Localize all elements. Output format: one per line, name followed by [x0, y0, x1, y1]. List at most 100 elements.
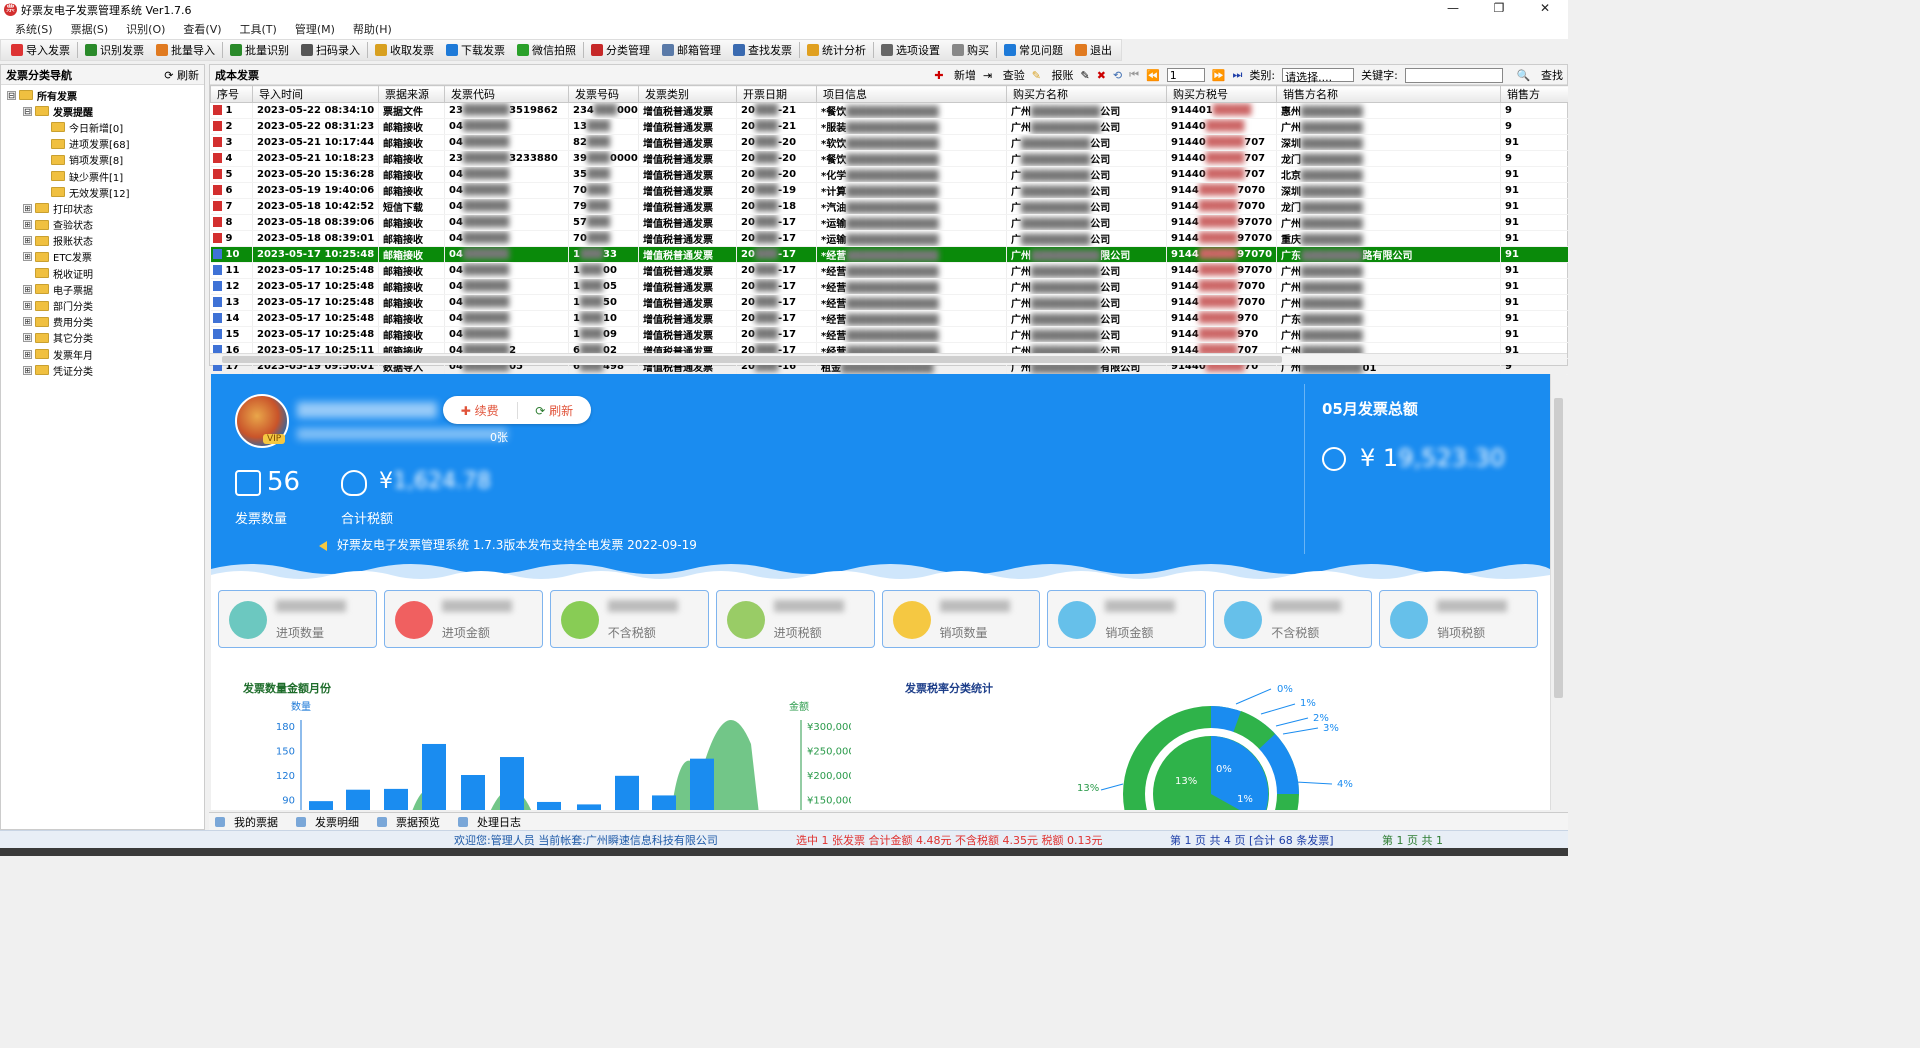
expand-toggle-icon[interactable]: ⊞ [23, 365, 32, 375]
table-row[interactable]: 8 2023-05-18 08:39:06 邮箱接收 04██████ 57███ 增值税… [210, 214, 1568, 231]
prev-page-icon[interactable]: ⏪ [1146, 69, 1160, 82]
release-notice[interactable]: 好票友电子发票管理系统 1.7.3版本发布支持全电发票 2022-09-19 [319, 536, 697, 553]
minimize-button[interactable]: — [1430, 0, 1476, 19]
bottom-tab[interactable]: 处理日志 [452, 814, 533, 830]
column-header[interactable]: 发票类别 [638, 85, 737, 103]
nav-item[interactable]: ⊞ 费用分类 [1, 314, 204, 330]
column-header[interactable]: 购买方名称 [1006, 85, 1167, 103]
column-header[interactable]: 项目信息 [816, 85, 1007, 103]
column-header[interactable]: 销售方 [1500, 85, 1568, 103]
table-row[interactable]: 10 2023-05-17 10:25:48 邮箱接收 04██████ 1███33 增… [210, 246, 1568, 263]
delete-icon[interactable]: ✖ [1097, 69, 1106, 82]
table-row[interactable]: 5 2023-05-20 15:36:28 邮箱接收 04██████ 35███ 增值税… [210, 166, 1568, 183]
grid-horizontal-scrollbar[interactable] [210, 353, 1567, 365]
bar[interactable] [690, 758, 714, 810]
expand-toggle-icon[interactable]: ⊞ [23, 220, 32, 230]
table-row[interactable]: 14 2023-05-17 10:25:48 邮箱接收 04██████ 1███10 增… [210, 310, 1568, 327]
toolbar-button-10[interactable]: 查找发票 [727, 40, 798, 60]
summary-card[interactable]: 进项金额 [383, 590, 543, 648]
toolbar-button-4[interactable]: 扫码录入 [295, 40, 366, 60]
nav-refresh-button[interactable]: ⟳ 刷新 [164, 67, 199, 83]
bar[interactable] [577, 804, 601, 810]
search-button[interactable]: 🔍 查找 [1510, 67, 1563, 83]
expand-toggle-icon[interactable]: ⊞ [23, 284, 32, 294]
table-row[interactable]: 9 2023-05-18 08:39:01 邮箱接收 04██████ 70███ 增值税… [210, 230, 1568, 247]
bottom-tab[interactable]: 票据预览 [371, 814, 452, 830]
reimburse-button[interactable]: ✎ 报账 [1032, 67, 1074, 83]
add-button[interactable]: ✚ 新增 [934, 67, 976, 83]
nav-item[interactable]: ⊟ 所有发票 [1, 87, 204, 103]
menu-item-5[interactable]: 管理(M) [286, 21, 344, 37]
table-row[interactable]: 1 2023-05-22 08:34:10 票据文件 23██████3519862 2… [210, 102, 1568, 119]
toolbar-button-15[interactable]: 退出 [1069, 40, 1118, 60]
column-header[interactable]: 发票代码 [444, 85, 569, 103]
bar[interactable] [422, 743, 446, 810]
close-button[interactable]: ✕ [1522, 0, 1568, 19]
table-row[interactable]: 13 2023-05-17 10:25:48 邮箱接收 04██████ 1███50 增… [210, 294, 1568, 311]
toolbar-button-11[interactable]: 统计分析 [801, 40, 872, 60]
summary-card[interactable]: 销项税额 [1379, 590, 1538, 648]
summary-card[interactable]: 进项税额 [715, 590, 875, 648]
menu-item-6[interactable]: 帮助(H) [344, 21, 401, 37]
column-header[interactable]: 销售方名称 [1276, 85, 1501, 103]
first-page-icon[interactable]: ⏮ [1129, 68, 1139, 82]
nav-item[interactable]: 销项发票[8] [1, 152, 204, 168]
menu-item-3[interactable]: 查看(V) [174, 21, 230, 37]
expand-toggle-icon[interactable]: ⊞ [23, 203, 32, 213]
toolbar-button-7[interactable]: 微信拍照 [511, 40, 582, 60]
table-row[interactable]: 12 2023-05-17 10:25:48 邮箱接收 04██████ 1███05 增… [210, 278, 1568, 295]
renew-button[interactable]: ✚ 续费 [443, 402, 517, 419]
nav-item[interactable]: ⊞ 电子票据 [1, 281, 204, 297]
table-row[interactable]: 4 2023-05-21 10:18:23 邮箱接收 23██████3233880 3… [210, 150, 1568, 167]
nav-item[interactable]: 进项发票[68] [1, 136, 204, 152]
expand-toggle-icon[interactable]: ⊞ [23, 301, 32, 311]
page-input[interactable]: 1 [1166, 68, 1205, 82]
toolbar-button-8[interactable]: 分类管理 [585, 40, 656, 60]
nav-item[interactable]: ⊞ 其它分类 [1, 330, 204, 346]
nav-item[interactable]: ⊟ 发票提醒 [1, 103, 204, 119]
nav-item[interactable]: ⊞ 查验状态 [1, 217, 204, 233]
sync-icon[interactable]: ⟲ [1113, 69, 1122, 82]
nav-item[interactable]: ⊞ 部门分类 [1, 297, 204, 313]
bar[interactable] [652, 795, 676, 810]
nav-item[interactable]: 无效发票[12] [1, 184, 204, 200]
column-header[interactable]: 导入时间 [252, 85, 379, 103]
toolbar-button-6[interactable]: 下载发票 [440, 40, 511, 60]
table-row[interactable]: 7 2023-05-18 10:42:52 短信下载 04██████ 79███ 增值税… [210, 198, 1568, 215]
bottom-tab[interactable]: 我的票据 [209, 814, 290, 830]
table-row[interactable]: 3 2023-05-21 10:17:44 邮箱接收 04██████ 82███ 增值税… [210, 134, 1568, 151]
expand-toggle-icon[interactable]: ⊟ [7, 90, 16, 100]
table-row[interactable]: 15 2023-05-17 10:25:48 邮箱接收 04██████ 1███09 增… [210, 326, 1568, 343]
bar[interactable] [615, 775, 639, 810]
expand-toggle-icon[interactable]: ⊞ [23, 333, 32, 343]
table-row[interactable]: 2 2023-05-22 08:31:23 邮箱接收 04██████ 13███ 增值税… [210, 118, 1568, 135]
table-row[interactable]: 11 2023-05-17 10:25:48 邮箱接收 04██████ 1███00 增… [210, 262, 1568, 279]
menu-item-0[interactable]: 系统(S) [6, 21, 62, 37]
nav-item[interactable]: ⊞ 打印状态 [1, 200, 204, 216]
nav-item[interactable]: 今日新增[0] [1, 119, 204, 135]
menu-item-4[interactable]: 工具(T) [231, 21, 286, 37]
toolbar-button-3[interactable]: 批量识别 [224, 40, 295, 60]
bar[interactable] [346, 789, 370, 810]
dash-refresh-button[interactable]: ⟳ 刷新 [516, 401, 592, 419]
expand-toggle-icon[interactable]: ⊞ [23, 317, 32, 327]
column-header[interactable]: 开票日期 [736, 85, 817, 103]
bottom-tab[interactable]: 发票明细 [290, 814, 371, 830]
nav-item[interactable]: ⊞ 报账状态 [1, 233, 204, 249]
toolbar-button-0[interactable]: 导入发票 [5, 40, 76, 60]
summary-card[interactable]: 销项数量 [881, 590, 1041, 648]
bar[interactable] [461, 775, 485, 810]
summary-card[interactable]: 不含税额 [549, 590, 709, 648]
toolbar-button-5[interactable]: 收取发票 [369, 40, 440, 60]
expand-toggle-icon[interactable]: ⊟ [23, 106, 32, 116]
expand-toggle-icon[interactable]: ⊞ [23, 252, 32, 262]
nav-item[interactable]: 缺少票件[1] [1, 168, 204, 184]
keyword-input[interactable] [1404, 67, 1503, 83]
last-page-icon[interactable]: ⏭ [1232, 68, 1242, 82]
toolbar-button-14[interactable]: 常见问题 [998, 40, 1069, 60]
type-select[interactable]: 请选择.... [1282, 68, 1355, 84]
summary-card[interactable]: 不含税额 [1213, 590, 1373, 648]
toolbar-button-12[interactable]: 选项设置 [875, 40, 946, 60]
dashboard-vertical-scrollbar[interactable] [1550, 374, 1566, 810]
column-header[interactable]: 票据来源 [378, 85, 445, 103]
